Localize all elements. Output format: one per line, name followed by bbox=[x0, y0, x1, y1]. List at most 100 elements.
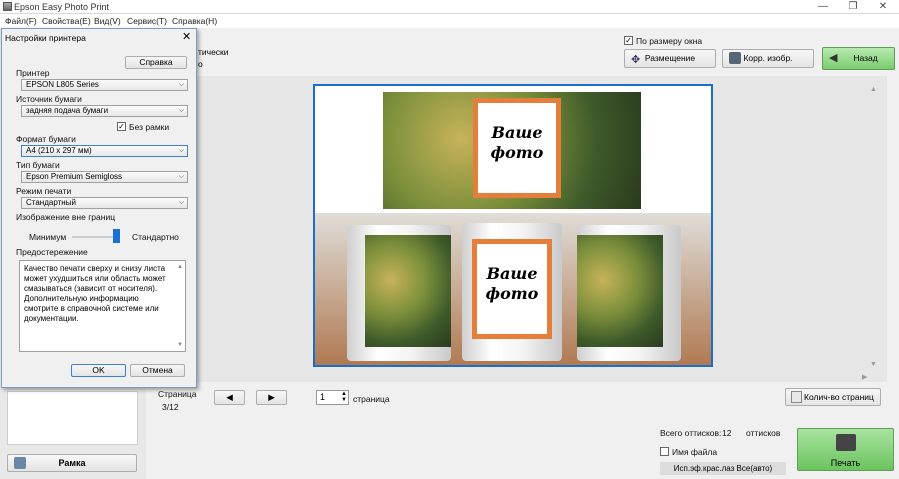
menu-help[interactable]: Справка(H) bbox=[172, 16, 217, 26]
print-page-preview: Ваше фото Ваше фото bbox=[313, 84, 713, 367]
filename-label: Имя файла bbox=[672, 447, 718, 457]
scroll-right-icon[interactable]: ▶ bbox=[862, 373, 867, 381]
printer-select[interactable]: EPSON L805 Series ⌵ bbox=[21, 79, 188, 91]
scroll-down-icon[interactable]: ▼ bbox=[870, 361, 877, 368]
dialog-title: Настройки принтера bbox=[5, 33, 86, 43]
warning-label: Предостережение bbox=[16, 247, 88, 257]
menu-file[interactable]: Файл(F) bbox=[5, 16, 37, 26]
top-banner-image: Ваше фото bbox=[383, 92, 641, 209]
paper-format-value: A4 (210 x 297 мм) bbox=[26, 146, 92, 155]
ok-button[interactable]: OK bbox=[71, 364, 126, 377]
expansion-slider-thumb[interactable] bbox=[113, 229, 120, 243]
printer-label: Принтер bbox=[16, 68, 50, 78]
page-suffix-label: страница bbox=[353, 394, 390, 404]
window-title: Epson Easy Photo Print bbox=[14, 2, 110, 12]
back-arrow-icon: ◀ bbox=[829, 52, 838, 64]
photo-placeholder-text-1: Ваше bbox=[491, 123, 543, 142]
scroll-up-icon[interactable]: ▲ bbox=[177, 262, 183, 272]
page-number-input[interactable]: 1 ▲ ▼ bbox=[316, 390, 349, 405]
copies-button[interactable]: Колич-во страниц bbox=[785, 388, 881, 406]
borderless-checkbox[interactable]: ✓ bbox=[117, 122, 126, 131]
minimize-icon[interactable]: — bbox=[808, 0, 838, 14]
print-mode-label: Режим печати bbox=[16, 186, 72, 196]
frame-button-label: Рамка bbox=[58, 458, 86, 468]
fit-window-label: По размеру окна bbox=[636, 36, 703, 46]
thumbnail-panel bbox=[7, 391, 138, 445]
mug-left-print bbox=[365, 235, 451, 347]
borderless-label: Без рамки bbox=[129, 122, 170, 132]
printer-value: EPSON L805 Series bbox=[26, 80, 99, 89]
back-button[interactable]: ◀ Назад bbox=[822, 47, 895, 70]
paper-type-select[interactable]: Epson Premium Semigloss ⌵ bbox=[21, 171, 188, 183]
correct-image-button[interactable]: Корр. изобр. bbox=[722, 49, 814, 68]
print-button-label: Печать bbox=[830, 458, 861, 468]
mug-left bbox=[347, 225, 451, 361]
print-mode-value: Стандартный bbox=[26, 198, 76, 207]
filename-checkbox[interactable] bbox=[660, 447, 669, 456]
correct-image-label: Корр. изобр. bbox=[743, 53, 793, 63]
next-page-button[interactable]: ▶ bbox=[256, 390, 287, 405]
chevron-down-icon: ⌵ bbox=[178, 147, 184, 154]
status-area bbox=[147, 418, 899, 479]
page-label: Страница bbox=[158, 389, 197, 399]
prev-page-button[interactable]: ◀ bbox=[214, 390, 245, 405]
vertical-scrollbar[interactable]: ▲ ▼ bbox=[870, 86, 880, 371]
page-counter: 3/12 bbox=[162, 402, 179, 412]
close-icon[interactable]: ✕ bbox=[868, 0, 898, 14]
frame-button[interactable]: Рамка bbox=[7, 454, 137, 472]
printer-icon bbox=[836, 434, 856, 451]
layout-button[interactable]: ✥ Размещение bbox=[624, 49, 716, 68]
auto-label-fragment: тически bbox=[198, 47, 229, 57]
chevron-down-icon: ⌵ bbox=[178, 173, 184, 180]
mug-right-print bbox=[577, 235, 663, 347]
mug-right bbox=[577, 225, 681, 361]
dialog-close-icon[interactable]: ✕ bbox=[182, 30, 191, 43]
total-prints-label: Всего оттисков: bbox=[660, 428, 722, 438]
warning-text: Качество печати сверху и снизу листа мож… bbox=[24, 264, 166, 323]
next-arrow-icon: ▶ bbox=[268, 392, 275, 402]
chevron-down-icon: ⌵ bbox=[178, 199, 184, 206]
fit-window-checkbox[interactable]: ✓ bbox=[624, 36, 633, 45]
app-icon bbox=[3, 2, 12, 11]
mug-placeholder-text-2: фото bbox=[485, 284, 539, 303]
print-mode-select[interactable]: Стандартный ⌵ bbox=[21, 197, 188, 209]
frame-icon bbox=[14, 457, 26, 469]
paper-format-select[interactable]: A4 (210 x 297 мм) ⌵ bbox=[21, 145, 188, 157]
chevron-down-icon: ⌵ bbox=[178, 81, 184, 88]
maximize-icon[interactable]: ❐ bbox=[838, 0, 868, 14]
prev-arrow-icon: ◀ bbox=[226, 392, 233, 402]
back-button-label: Назад bbox=[853, 53, 878, 63]
color-info-field: Исп.эф.крас.лаз Все(авто) bbox=[660, 462, 786, 475]
cancel-button[interactable]: Отмена bbox=[130, 364, 185, 377]
chevron-down-icon: ⌵ bbox=[178, 107, 184, 114]
photo-placeholder-text-2: фото bbox=[490, 143, 544, 162]
total-prints-value: 12 bbox=[722, 428, 732, 438]
menu-service[interactable]: Сервис(T) bbox=[127, 16, 167, 26]
paper-type-value: Epson Premium Semigloss bbox=[26, 172, 123, 181]
print-button[interactable]: Печать bbox=[797, 428, 894, 471]
warning-textbox[interactable]: Качество печати сверху и снизу листа мож… bbox=[19, 260, 186, 352]
paper-source-value: задняя подача бумаги bbox=[26, 106, 109, 115]
scroll-up-icon[interactable]: ▲ bbox=[870, 86, 877, 93]
copies-icon bbox=[791, 391, 802, 403]
mug-scene: Ваше фото bbox=[315, 213, 711, 365]
spinner-icon[interactable]: ▲ ▼ bbox=[341, 391, 347, 403]
correct-image-icon bbox=[729, 52, 741, 64]
slider-min-label: Минимум bbox=[29, 232, 67, 242]
mug-photo-frame: Ваше фото bbox=[472, 239, 552, 339]
mug-center: Ваше фото bbox=[462, 223, 562, 361]
outside-image-label: Изображение вне границ bbox=[16, 212, 116, 222]
slider-std-label: Стандартно bbox=[132, 232, 179, 242]
copies-button-label: Колич-во страниц bbox=[804, 392, 874, 402]
total-prints-unit: оттисков bbox=[746, 428, 781, 438]
title-bar: Epson Easy Photo Print — ❐ ✕ bbox=[0, 0, 899, 14]
help-button[interactable]: Справка bbox=[125, 56, 187, 69]
menu-view[interactable]: Вид(V) bbox=[94, 16, 121, 26]
paper-source-select[interactable]: задняя подача бумаги ⌵ bbox=[21, 105, 188, 117]
photo-frame: Ваше фото bbox=[473, 98, 561, 198]
page-number-value: 1 bbox=[320, 392, 326, 402]
scroll-down-icon[interactable]: ▼ bbox=[177, 340, 183, 350]
menu-properties[interactable]: Свойства(E) bbox=[42, 16, 91, 26]
paper-source-label: Источник бумаги bbox=[16, 94, 82, 104]
layout-button-label: Размещение bbox=[644, 53, 696, 63]
